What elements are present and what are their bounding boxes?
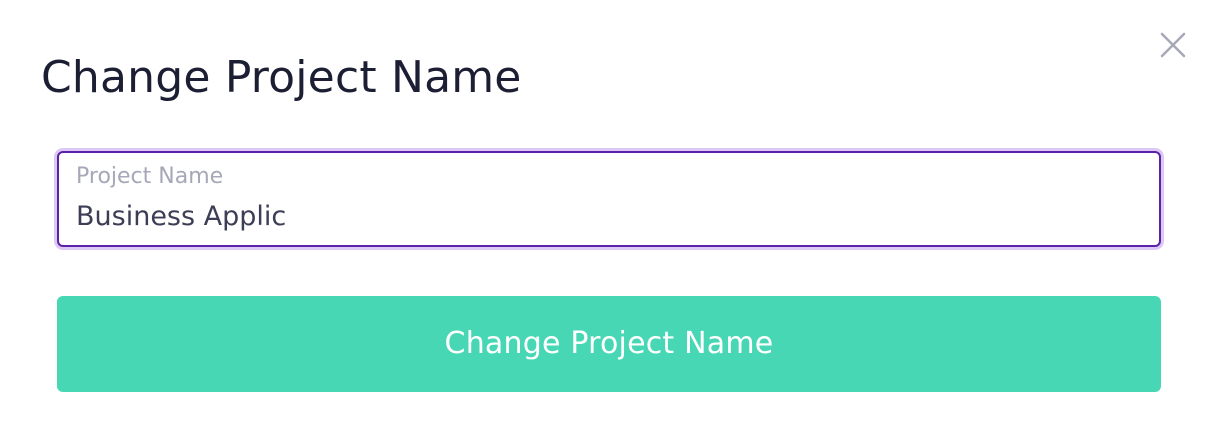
change-project-name-dialog: Change Project Name Project Name Change … <box>0 0 1219 447</box>
dialog-title: Change Project Name <box>41 52 522 103</box>
close-icon <box>1160 32 1186 58</box>
project-name-field[interactable]: Project Name <box>57 151 1161 247</box>
change-project-name-button[interactable]: Change Project Name <box>57 296 1161 392</box>
project-name-label: Project Name <box>76 164 224 189</box>
project-name-input[interactable] <box>76 198 1136 234</box>
close-button[interactable] <box>1158 30 1188 60</box>
